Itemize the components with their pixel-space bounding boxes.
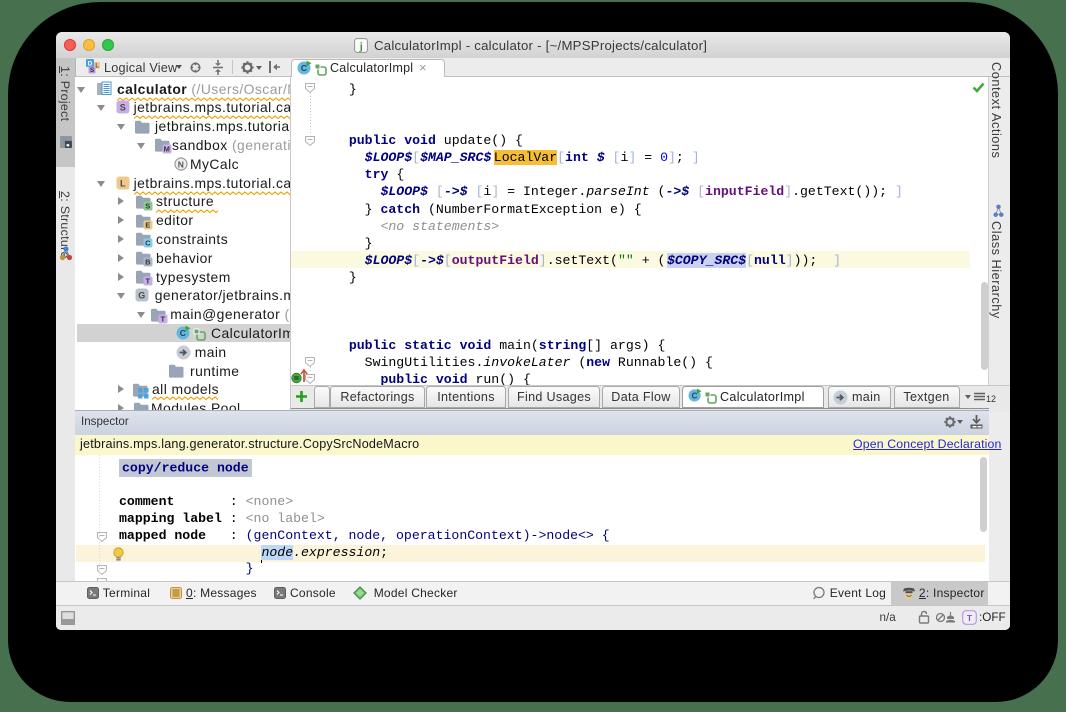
- svg-text:j: j: [358, 42, 363, 53]
- svg-text:T: T: [145, 277, 150, 286]
- svg-text:S: S: [90, 67, 95, 74]
- svg-text:B: B: [145, 258, 151, 267]
- svg-text:N: N: [178, 159, 185, 169]
- svg-text:G: G: [138, 291, 145, 301]
- svg-text:E: E: [145, 220, 150, 229]
- svg-text:S: S: [119, 103, 125, 113]
- svg-text:C: C: [301, 63, 307, 73]
- svg-text:L: L: [120, 178, 126, 188]
- svg-text:C: C: [145, 239, 151, 248]
- svg-text:S: S: [145, 201, 150, 210]
- svg-text:T: T: [160, 314, 165, 323]
- svg-text:M: M: [164, 145, 171, 154]
- svg-text:T: T: [967, 613, 973, 623]
- svg-text:L: L: [95, 63, 99, 69]
- svg-text:C: C: [692, 391, 698, 400]
- svg-text:C: C: [180, 329, 187, 339]
